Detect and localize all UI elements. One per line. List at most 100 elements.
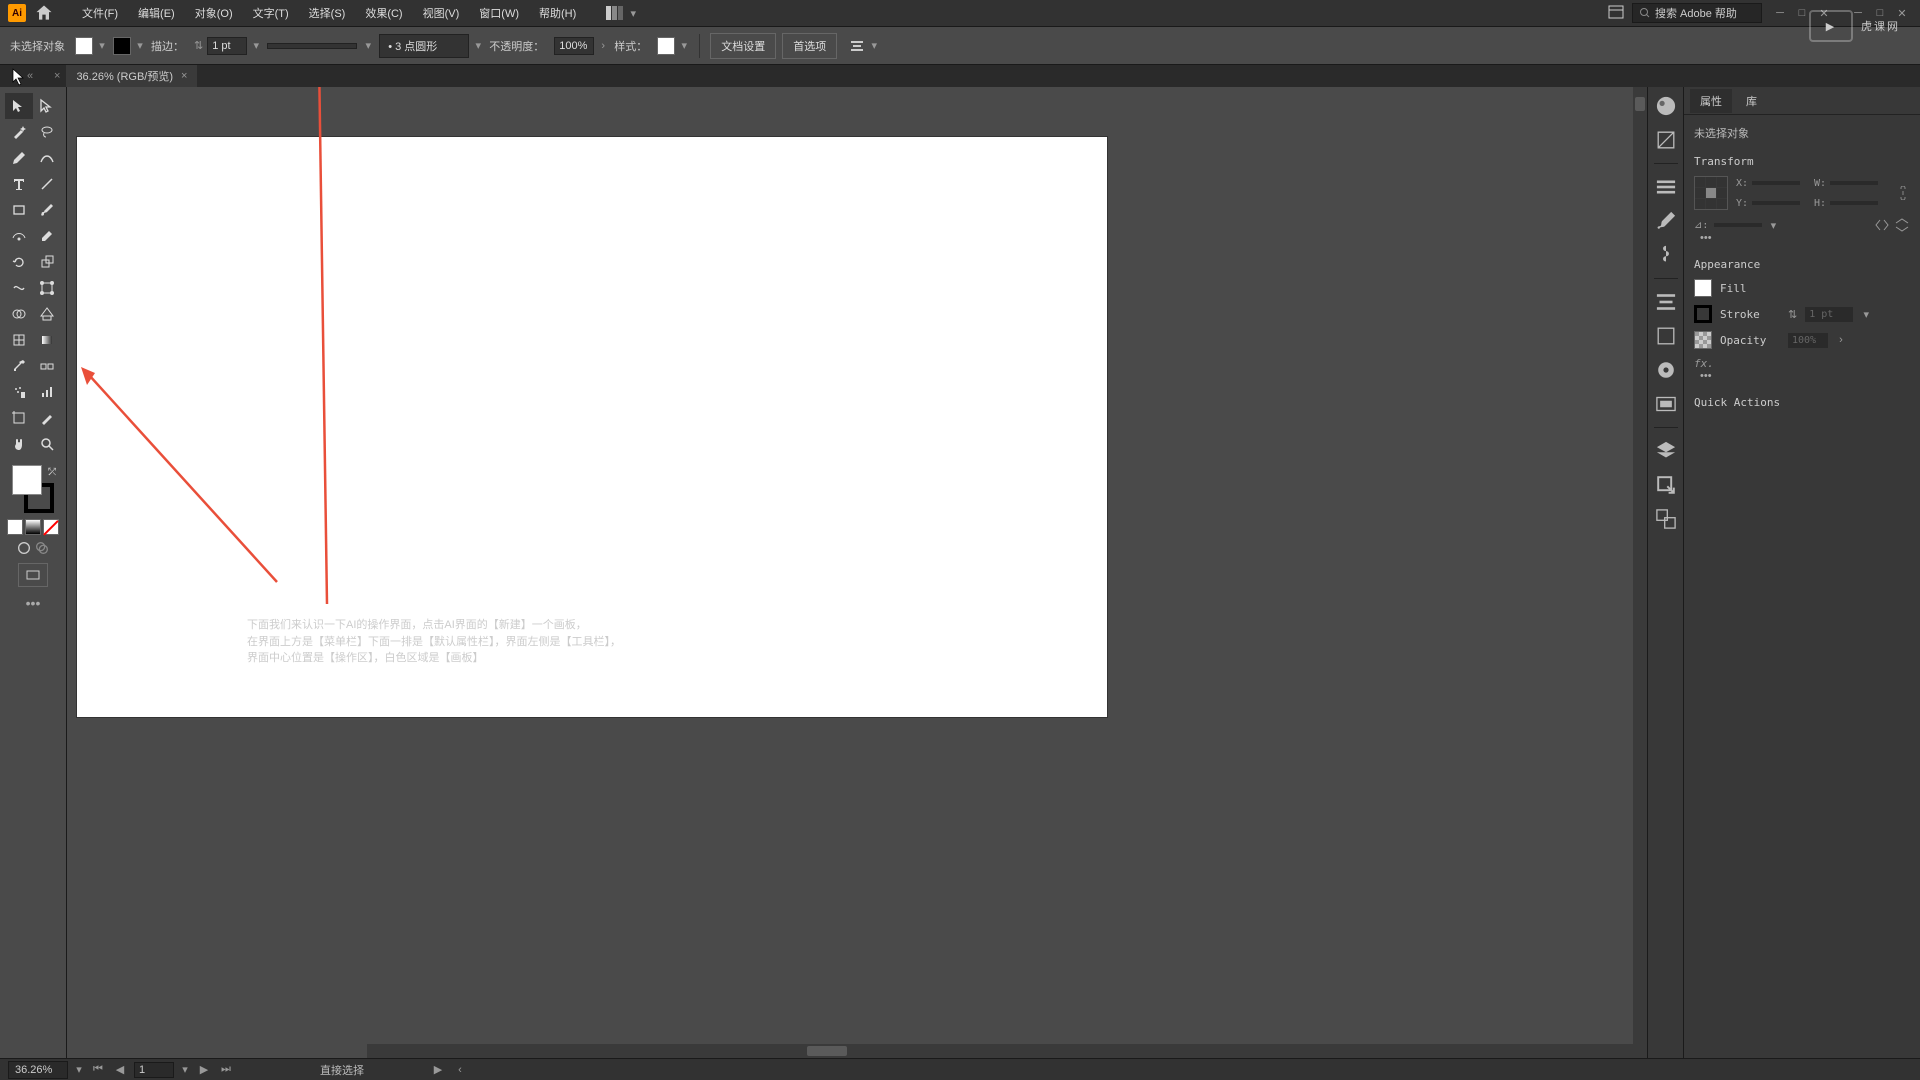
zoom-tool[interactable]	[33, 431, 61, 457]
libraries-tab[interactable]: 库	[1736, 89, 1767, 113]
stroke-swatch-panel[interactable]	[1694, 305, 1712, 323]
next-artboard[interactable]: ▶	[196, 1062, 212, 1078]
rectangle-tool[interactable]	[5, 197, 33, 223]
free-transform-tool[interactable]	[33, 275, 61, 301]
document-tab[interactable]: 36.26% (RGB/预览) ×	[66, 65, 197, 87]
y-value[interactable]	[1752, 201, 1800, 205]
help-search[interactable]: 搜索 Adobe 帮助	[1632, 3, 1762, 23]
swap-fill-stroke[interactable]: ⤱	[48, 467, 56, 478]
h-value[interactable]	[1830, 201, 1878, 205]
w-value[interactable]	[1830, 181, 1878, 185]
hand-tool[interactable]	[5, 431, 33, 457]
color-mode-solid[interactable]	[7, 519, 23, 535]
artboard[interactable]: 下面我们来认识一下AI的操作界面，点击AI界面的【新建】一个画板， 在界面上方是…	[77, 137, 1107, 717]
document-setup-button[interactable]: 文档设置	[710, 33, 776, 59]
stroke-swatch[interactable]	[113, 37, 131, 55]
x-value[interactable]	[1752, 181, 1800, 185]
artboards-panel-icon[interactable]	[1653, 506, 1679, 532]
app-icon[interactable]: Ai	[8, 4, 26, 22]
color-mode-none[interactable]	[43, 519, 59, 535]
swatches-panel-icon[interactable]	[1653, 127, 1679, 153]
last-artboard[interactable]: ⏭	[218, 1062, 234, 1078]
color-panel-icon[interactable]	[1653, 93, 1679, 119]
menu-window[interactable]: 窗口(W)	[469, 0, 529, 27]
status-play[interactable]: ▶	[430, 1062, 446, 1078]
zoom-level[interactable]: 36.26%	[8, 1061, 68, 1079]
transform-panel-icon[interactable]	[1653, 323, 1679, 349]
gradient-tool[interactable]	[33, 327, 61, 353]
artboard-number[interactable]: 1	[134, 1062, 174, 1078]
doc-minimize[interactable]: ─	[1848, 5, 1868, 21]
eraser-tool[interactable]	[33, 223, 61, 249]
stroke-control[interactable]: ▾	[113, 37, 145, 55]
opacity-control[interactable]: 100% ›	[554, 37, 608, 55]
asset-export-panel-icon[interactable]	[1653, 472, 1679, 498]
graph-tool[interactable]	[33, 379, 61, 405]
slice-tool[interactable]	[33, 405, 61, 431]
first-artboard[interactable]: ⏮	[90, 1062, 106, 1078]
workspace-icon[interactable]	[1608, 5, 1624, 22]
color-mode-gradient[interactable]	[25, 519, 41, 535]
pen-tool[interactable]	[5, 145, 33, 171]
preferences-button[interactable]: 首选项	[782, 33, 837, 59]
layers-panel-icon[interactable]	[1653, 438, 1679, 464]
screen-mode[interactable]	[18, 563, 48, 587]
scale-tool[interactable]	[33, 249, 61, 275]
curvature-tool[interactable]	[33, 145, 61, 171]
symbol-sprayer-tool[interactable]	[5, 379, 33, 405]
menu-edit[interactable]: 编辑(E)	[128, 0, 185, 27]
flip-v-icon[interactable]	[1894, 218, 1910, 232]
type-tool[interactable]	[5, 171, 33, 197]
appearance-panel-icon[interactable]	[1653, 357, 1679, 383]
link-wh-icon[interactable]	[1896, 186, 1910, 200]
edit-toolbar[interactable]: •••	[26, 595, 41, 611]
opacity-swatch[interactable]	[1694, 331, 1712, 349]
doc-maximize[interactable]: □	[1870, 5, 1890, 21]
minimize-button[interactable]: ─	[1770, 5, 1790, 21]
maximize-button[interactable]: □	[1792, 5, 1812, 21]
symbols-panel-icon[interactable]	[1653, 242, 1679, 268]
transform-more[interactable]: •••	[1694, 232, 1910, 244]
brushes-panel-icon[interactable]	[1653, 208, 1679, 234]
shaper-tool[interactable]	[5, 223, 33, 249]
appearance-more[interactable]: •••	[1694, 370, 1910, 382]
arrange-docs[interactable]: ▾	[606, 6, 638, 20]
prev-artboard[interactable]: ◀	[112, 1062, 128, 1078]
angle-value[interactable]	[1714, 223, 1762, 227]
menu-view[interactable]: 视图(V)	[413, 0, 470, 27]
stroke-weight[interactable]: ⇅ 1 pt ▾	[194, 37, 261, 55]
doc-close[interactable]: ✕	[1892, 5, 1912, 21]
var-width-profile[interactable]	[267, 43, 357, 49]
stroke-weight-panel[interactable]: 1 pt	[1805, 307, 1853, 322]
tab-close-icon[interactable]: ×	[181, 70, 187, 82]
style-swatch[interactable]	[657, 37, 675, 55]
menu-type[interactable]: 文字(T)	[243, 0, 299, 27]
width-tool[interactable]	[5, 275, 33, 301]
opacity-value-panel[interactable]: 100%	[1788, 333, 1828, 348]
direct-selection-tool[interactable]	[33, 93, 61, 119]
close-button[interactable]: ✕	[1814, 5, 1834, 21]
eyedropper-tool[interactable]	[5, 353, 33, 379]
reference-point[interactable]	[1694, 176, 1728, 210]
menu-object[interactable]: 对象(O)	[185, 0, 243, 27]
style-control[interactable]: ▾	[657, 37, 689, 55]
graphic-styles-panel-icon[interactable]	[1653, 391, 1679, 417]
artboard-tool[interactable]	[5, 405, 33, 431]
home-icon[interactable]	[34, 3, 54, 23]
perspective-tool[interactable]	[33, 301, 61, 327]
paintbrush-tool[interactable]	[33, 197, 61, 223]
lasso-tool[interactable]	[33, 119, 61, 145]
menu-select[interactable]: 选择(S)	[299, 0, 356, 27]
line-tool[interactable]	[33, 171, 61, 197]
stroke-panel-icon[interactable]	[1653, 174, 1679, 200]
horizontal-scrollbar[interactable]	[367, 1044, 1633, 1058]
fill-swatch-panel[interactable]	[1694, 279, 1712, 297]
fill-swatch[interactable]	[75, 37, 93, 55]
fill-control[interactable]: ▾	[75, 37, 107, 55]
brush-preset[interactable]: • 3 点圆形▾	[379, 34, 483, 58]
menu-file[interactable]: 文件(F)	[72, 0, 128, 27]
menu-help[interactable]: 帮助(H)	[529, 0, 586, 27]
menu-effect[interactable]: 效果(C)	[355, 0, 412, 27]
magic-wand-tool[interactable]	[5, 119, 33, 145]
fx-label[interactable]: fx.	[1694, 357, 1910, 370]
